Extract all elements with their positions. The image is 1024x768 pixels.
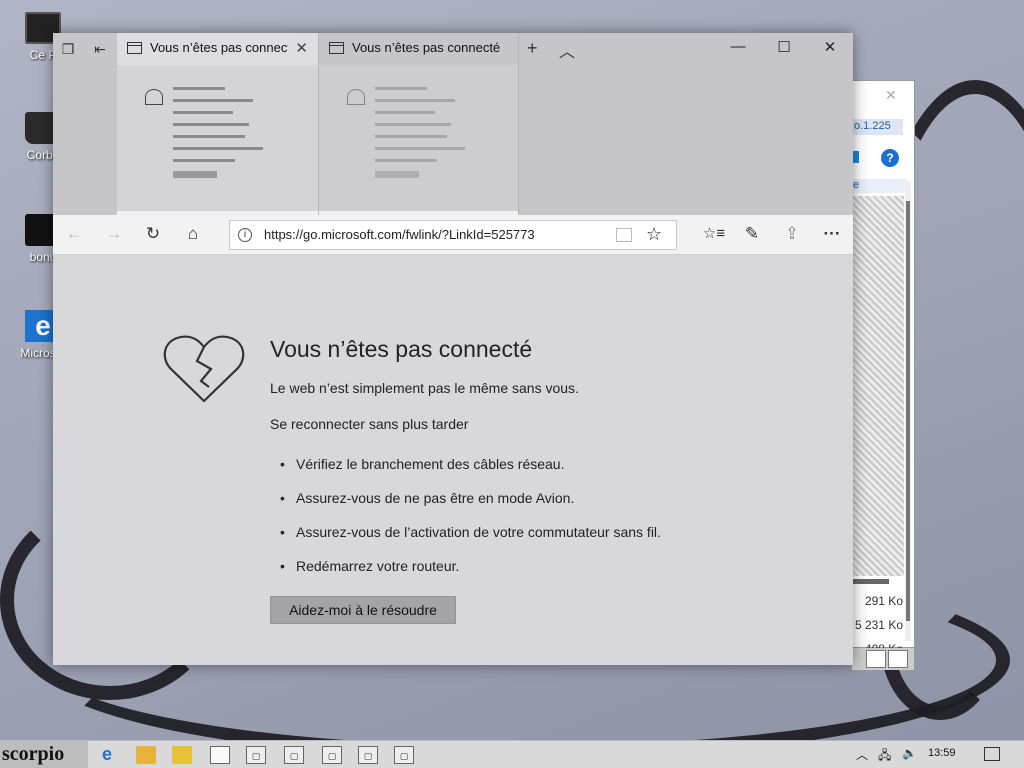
app-taskbar-icon-2[interactable]: ▢ bbox=[284, 746, 304, 764]
large-icons-view-icon[interactable] bbox=[888, 650, 908, 668]
edge-taskbar-icon[interactable]: e bbox=[97, 745, 117, 764]
app-taskbar-icon-3[interactable]: ▢ bbox=[322, 746, 342, 764]
tab-preview-thumbnail[interactable] bbox=[117, 65, 318, 211]
list-item: Assurez-vous de l’activation de votre co… bbox=[280, 524, 661, 558]
broken-heart-mini-icon bbox=[347, 89, 365, 105]
version-field: o.1.225 bbox=[851, 119, 903, 135]
page-title: Vous n’êtes pas connecté bbox=[270, 336, 533, 362]
file-explorer-taskbar-icon[interactable] bbox=[136, 746, 156, 764]
store-taskbar-icon[interactable] bbox=[172, 746, 192, 764]
app-taskbar-icon-1[interactable]: ▢ bbox=[246, 746, 266, 764]
list-item: Redémarrez votre routeur. bbox=[280, 558, 661, 592]
web-note-icon[interactable]: ✎ bbox=[739, 224, 765, 244]
tab-strip: ❐ ⇤ Vous n’êtes pas connecté ✕ Vous n’êt… bbox=[53, 33, 853, 215]
troubleshooting-list: Vérifiez le branchement des câbles résea… bbox=[280, 456, 661, 592]
tab-header[interactable]: Vous n’êtes pas connecté ✕ bbox=[117, 33, 318, 65]
forward-button[interactable]: → bbox=[101, 224, 127, 244]
details-view-icon[interactable] bbox=[866, 650, 886, 668]
tab-inactive[interactable]: Vous n’êtes pas connecté bbox=[319, 33, 519, 215]
network-icon[interactable]: 🖧 bbox=[878, 746, 891, 767]
preview-image bbox=[849, 196, 904, 576]
set-aside-tabs-icon[interactable]: ⇤ bbox=[89, 41, 111, 59]
share-icon[interactable]: ⇪ bbox=[779, 224, 805, 244]
close-button[interactable]: ✕ bbox=[815, 38, 845, 56]
maximize-button[interactable]: ☐ bbox=[769, 38, 799, 56]
minimize-button[interactable]: — bbox=[723, 38, 753, 55]
list-item: Assurez-vous de ne pas être en mode Avio… bbox=[280, 490, 661, 524]
address-bar[interactable]: i ☆ bbox=[229, 220, 677, 250]
vertical-scrollbar[interactable] bbox=[905, 181, 911, 641]
app-taskbar-icon-4[interactable]: ▢ bbox=[358, 746, 378, 764]
home-button[interactable]: ⌂ bbox=[180, 224, 206, 244]
new-tab-button[interactable]: + bbox=[527, 38, 538, 59]
file-size: 291 Ko bbox=[864, 594, 903, 608]
tab-title: Vous n’êtes pas connecté bbox=[352, 40, 501, 55]
broken-heart-mini-icon bbox=[145, 89, 163, 105]
column-header[interactable]: e bbox=[849, 179, 907, 193]
horizontal-scrollbar[interactable] bbox=[853, 579, 889, 584]
favorites-hub-icon[interactable]: ☆≡ bbox=[701, 224, 727, 242]
url-input[interactable] bbox=[264, 227, 604, 242]
page-subtitle: Le web n’est simplement pas le même sans… bbox=[270, 380, 579, 396]
file-size: 5 231 Ko bbox=[854, 618, 903, 632]
favorite-star-icon[interactable]: ☆ bbox=[646, 224, 662, 245]
preview-content bbox=[145, 87, 295, 178]
tab-active[interactable]: Vous n’êtes pas connecté ✕ bbox=[117, 33, 319, 215]
page-content: Vous n’êtes pas connecté Le web n’est si… bbox=[53, 256, 853, 665]
help-me-fix-button[interactable]: Aidez-moi à le résoudre bbox=[270, 596, 456, 624]
action-center-icon[interactable] bbox=[984, 747, 1000, 761]
close-icon[interactable]: ✕ bbox=[885, 87, 897, 104]
page-icon bbox=[329, 42, 344, 54]
tabs-aside-icon[interactable]: ❐ bbox=[57, 41, 79, 59]
site-info-icon[interactable]: i bbox=[238, 228, 252, 242]
view-switcher bbox=[852, 648, 914, 670]
clock[interactable]: 13:59 bbox=[928, 747, 956, 759]
taskbar: scorpio e ▢ ▢ ▢ ▢ ▢ ︿ 🖧 🔈 13:59 bbox=[0, 740, 1024, 768]
tab-title: Vous n’êtes pas connecté bbox=[150, 40, 288, 55]
volume-icon[interactable]: 🔈 bbox=[902, 746, 917, 760]
show-hidden-icons-chevron[interactable]: ︿ bbox=[856, 746, 868, 763]
tab-close-icon[interactable]: ✕ bbox=[295, 39, 308, 57]
tab-preview-thumbnail[interactable] bbox=[319, 65, 518, 211]
reconnect-heading: Se reconnecter sans plus tarder bbox=[270, 416, 469, 432]
help-icon[interactable]: ? bbox=[881, 149, 899, 167]
list-item: Vérifiez le branchement des câbles résea… bbox=[280, 456, 661, 490]
reading-view-icon[interactable] bbox=[616, 228, 632, 242]
start-button[interactable]: scorpio bbox=[0, 741, 88, 768]
hide-tab-previews-icon[interactable]: ︿ bbox=[559, 38, 575, 62]
back-button[interactable]: ← bbox=[61, 224, 87, 244]
refresh-button[interactable]: ↻ bbox=[140, 224, 166, 244]
app-taskbar-icon-5[interactable]: ▢ bbox=[394, 746, 414, 764]
tab-header[interactable]: Vous n’êtes pas connecté bbox=[319, 33, 518, 65]
more-icon[interactable]: ··· bbox=[819, 224, 845, 244]
navigation-bar: ← → ↻ ⌂ i ☆ ☆≡ ✎ ⇪ ··· bbox=[53, 215, 853, 255]
preview-content bbox=[347, 87, 497, 178]
page-icon bbox=[127, 42, 142, 54]
broken-heart-icon bbox=[163, 335, 245, 403]
mail-taskbar-icon[interactable] bbox=[210, 746, 230, 764]
edge-browser-window: ❐ ⇤ Vous n’êtes pas connecté ✕ Vous n’êt… bbox=[53, 33, 853, 665]
